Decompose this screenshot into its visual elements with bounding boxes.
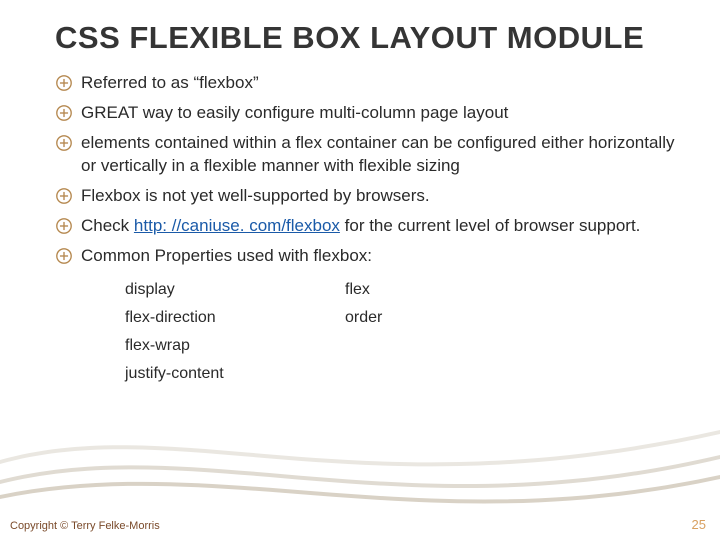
bullet-list: Referred to as “flexbox” GREAT way to ea… xyxy=(0,66,720,393)
plus-circle-icon xyxy=(55,74,73,92)
property-item: justify-content xyxy=(125,365,345,383)
property-item: flex-direction xyxy=(125,309,345,327)
bullet-prefix: Check xyxy=(81,216,134,235)
page-number: 25 xyxy=(692,517,706,532)
bullet-item: Check http: //caniuse. com/flexbox for t… xyxy=(55,215,680,238)
properties-table: display flex-direction flex-wrap justify… xyxy=(55,275,680,393)
bullet-suffix: for the current level of browser support… xyxy=(340,216,640,235)
properties-col-2: flex order xyxy=(345,281,565,393)
property-item: order xyxy=(345,309,565,327)
footer-swoosh-decoration xyxy=(0,400,720,540)
property-item: flex xyxy=(345,281,565,299)
bullet-item: Common Properties used with flexbox: xyxy=(55,245,680,268)
bullet-text: Referred to as “flexbox” xyxy=(81,72,680,95)
bullet-text: GREAT way to easily configure multi-colu… xyxy=(81,102,680,125)
caniuse-link[interactable]: http: //caniuse. com/flexbox xyxy=(134,216,340,235)
bullet-text: Check http: //caniuse. com/flexbox for t… xyxy=(81,215,680,238)
bullet-item: GREAT way to easily configure multi-colu… xyxy=(55,102,680,125)
slide-title: CSS FLEXIBLE BOX LAYOUT MODULE xyxy=(0,20,720,66)
property-item: flex-wrap xyxy=(125,337,345,355)
bullet-text: Flexbox is not yet well-supported by bro… xyxy=(81,185,680,208)
plus-circle-icon xyxy=(55,247,73,265)
copyright-text: Copyright © Terry Felke-Morris xyxy=(10,520,160,532)
bullet-item: Referred to as “flexbox” xyxy=(55,72,680,95)
plus-circle-icon xyxy=(55,217,73,235)
plus-circle-icon xyxy=(55,187,73,205)
bullet-item: elements contained within a flex contain… xyxy=(55,132,680,178)
plus-circle-icon xyxy=(55,104,73,122)
bullet-text: elements contained within a flex contain… xyxy=(81,132,680,178)
bullet-text: Common Properties used with flexbox: xyxy=(81,245,680,268)
properties-col-1: display flex-direction flex-wrap justify… xyxy=(125,281,345,393)
plus-circle-icon xyxy=(55,134,73,152)
bullet-item: Flexbox is not yet well-supported by bro… xyxy=(55,185,680,208)
property-item: display xyxy=(125,281,345,299)
slide: CSS FLEXIBLE BOX LAYOUT MODULE Referred … xyxy=(0,0,720,540)
